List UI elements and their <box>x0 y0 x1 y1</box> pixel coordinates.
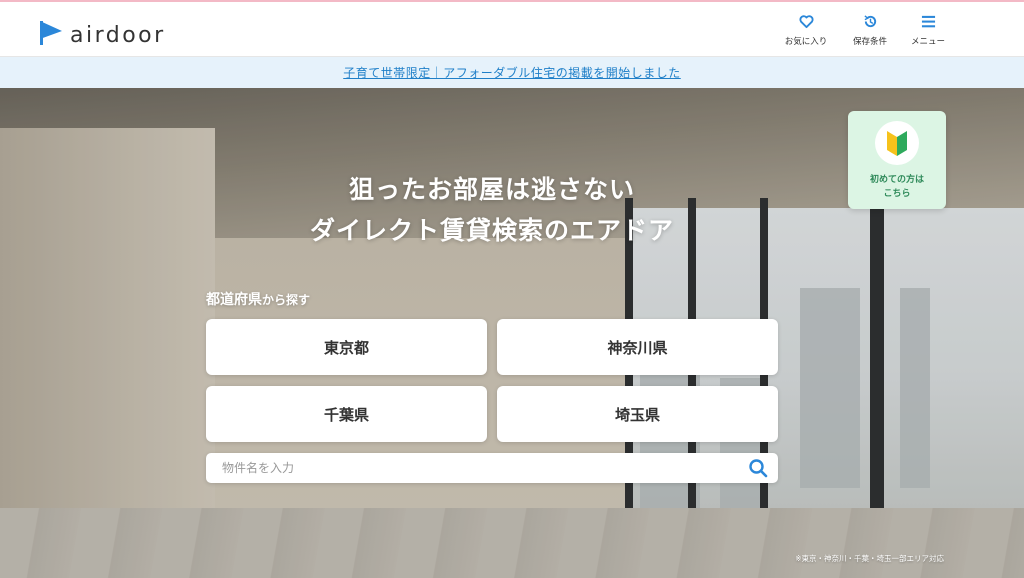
notice-link[interactable]: 子育て世帯限定｜アフォーダブル住宅の掲載を開始しました <box>343 64 681 81</box>
hero-headline-line2: ダイレクト賃貸検索のエアドア <box>309 216 674 245</box>
logo[interactable]: airdoor <box>38 17 166 48</box>
beginner-mark-icon <box>887 131 907 156</box>
first-time-badge <box>875 121 919 165</box>
property-search-box <box>206 453 778 483</box>
site-header: airdoor お気に入り 保存条件 メニュー <box>0 2 1024 57</box>
nav-saved-conditions[interactable]: 保存条件 <box>840 14 900 47</box>
heart-icon <box>798 15 814 29</box>
nav-saved-conditions-label: 保存条件 <box>852 37 887 47</box>
nav-favorites[interactable]: お気に入り <box>776 14 836 47</box>
prefecture-button-kanagawa[interactable]: 神奈川県 <box>497 319 778 375</box>
prefecture-button-chiba[interactable]: 千葉県 <box>206 386 487 442</box>
logo-text: airdoor <box>70 23 166 48</box>
search-by-prefecture-main: 都道府県 <box>206 292 262 308</box>
notice-bar: 子育て世帯限定｜アフォーダブル住宅の掲載を開始しました <box>0 57 1024 88</box>
area-footnote: ※東京・神奈川・千葉・埼玉一部エリア対応 <box>795 554 944 563</box>
prefecture-button-tokyo[interactable]: 東京都 <box>206 319 487 375</box>
menu-icon <box>921 15 935 28</box>
nav-favorites-label: お気に入り <box>784 37 828 47</box>
search-by-prefecture-suffix: から探す <box>262 293 311 307</box>
search-icon[interactable] <box>748 458 768 478</box>
logo-flag-icon <box>40 20 62 45</box>
history-icon <box>863 15 876 28</box>
prefecture-button-saitama[interactable]: 埼玉県 <box>497 386 778 442</box>
search-by-prefecture-label: 都道府県から探す <box>206 289 310 309</box>
nav-menu[interactable]: メニュー <box>898 14 958 47</box>
hero-headline-line1: 狙ったお部屋は逃さない <box>348 175 635 204</box>
property-name-input[interactable] <box>222 459 722 477</box>
nav-menu-label: メニュー <box>910 37 945 47</box>
